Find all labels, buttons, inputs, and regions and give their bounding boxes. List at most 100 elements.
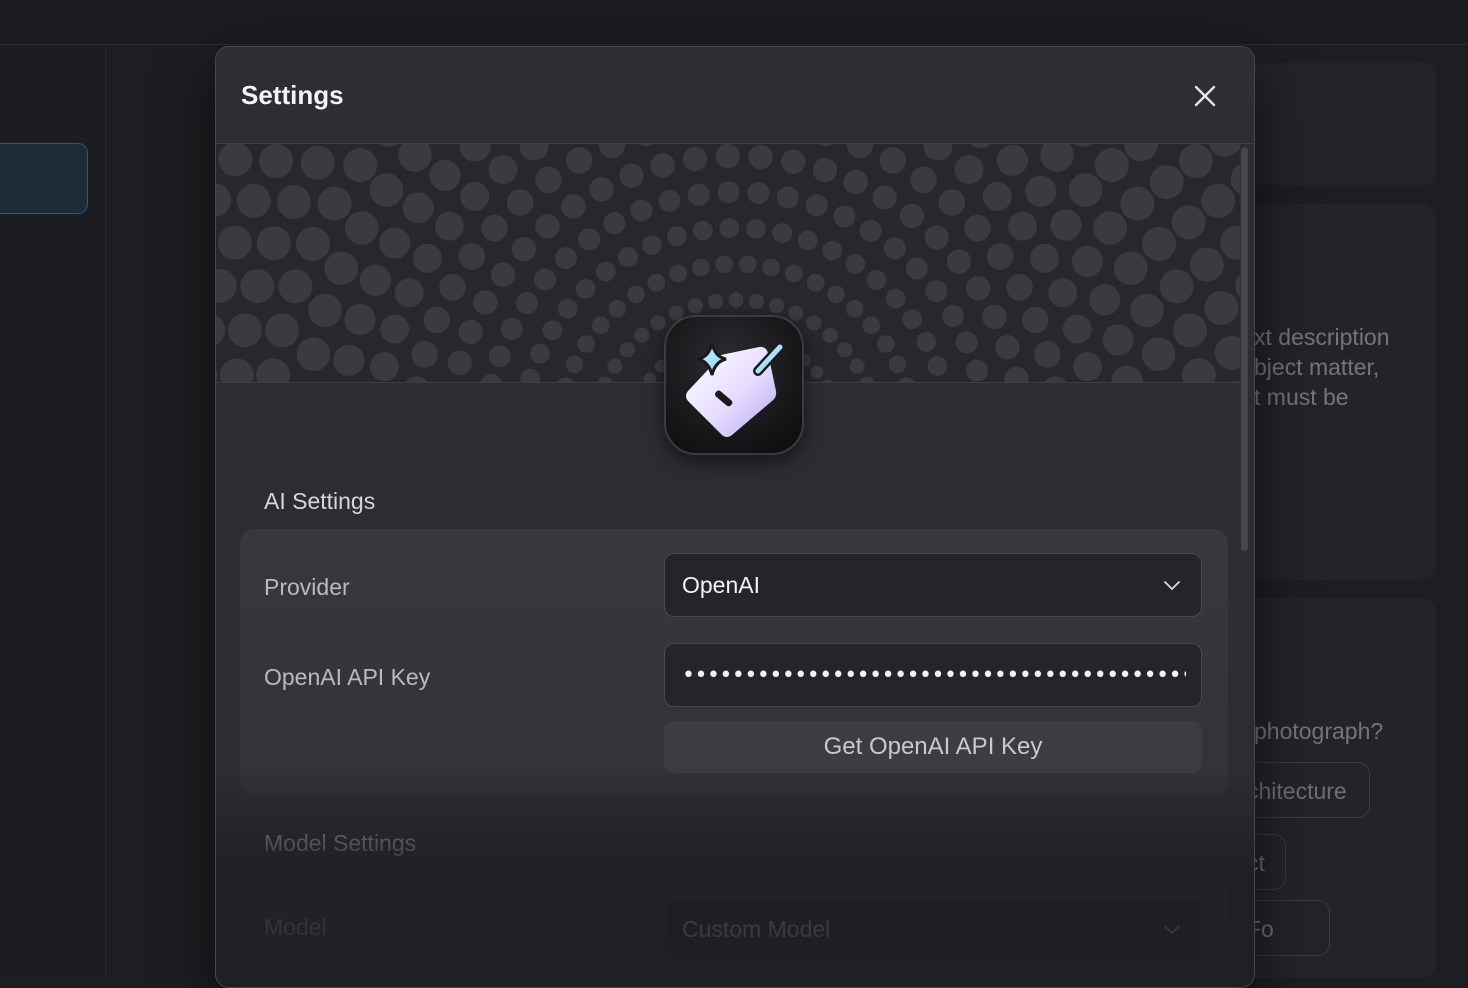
pattern-dot: [488, 155, 518, 185]
pattern-dot: [1040, 144, 1074, 172]
pattern-dot: [885, 288, 906, 309]
pattern-dot: [822, 379, 833, 382]
pattern-dot: [966, 276, 991, 301]
pattern-dot: [578, 228, 601, 251]
pattern-dot: [806, 273, 825, 292]
chevron-down-icon: [1164, 581, 1180, 590]
pattern-dot: [876, 335, 895, 353]
pattern-dot: [276, 185, 311, 219]
pattern-dot: [565, 355, 584, 374]
magic-tag-icon: [686, 342, 785, 437]
pattern-dot: [762, 258, 780, 277]
model-label: Model: [264, 914, 327, 940]
pattern-dot: [669, 264, 687, 283]
pattern-dot: [923, 144, 953, 161]
pattern-dot: [575, 279, 596, 299]
pattern-dot: [849, 358, 865, 374]
pattern-dot: [687, 298, 703, 314]
pattern-dot: [1093, 211, 1127, 245]
pattern-dot: [862, 316, 881, 335]
pattern-dot: [577, 335, 596, 353]
pattern-dot: [927, 356, 948, 376]
pattern-dot: [634, 327, 650, 343]
provider-select[interactable]: OpenAI: [664, 553, 1202, 617]
pattern-dot: [996, 144, 1028, 176]
pattern-dot: [812, 157, 838, 183]
pattern-dot: [845, 299, 864, 318]
pattern-dot: [256, 226, 291, 261]
sidebar-selected-item[interactable]: [0, 143, 88, 214]
pattern-dot: [1149, 165, 1184, 200]
api-key-input[interactable]: ••••••••••••••••••••••••••••••••••••••••…: [664, 643, 1202, 707]
pattern-dot: [781, 149, 806, 174]
pattern-dot: [317, 186, 352, 221]
pattern-dot: [535, 214, 560, 239]
pattern-dot: [278, 269, 313, 304]
pattern-dot: [520, 368, 541, 382]
pattern-dot: [216, 268, 237, 303]
model-settings-title: Model Settings: [264, 830, 417, 856]
pattern-dot: [333, 344, 365, 376]
pattern-dot: [459, 144, 491, 162]
pattern-dot: [511, 237, 536, 262]
pattern-dot: [488, 345, 511, 368]
ai-settings-group: Provider OpenAI OpenAI API Key •••••••••…: [240, 529, 1228, 795]
pattern-dot: [1073, 352, 1103, 382]
pattern-dot: [837, 342, 853, 358]
pattern-dot: [728, 292, 744, 308]
pattern-dot: [1173, 313, 1207, 348]
pattern-dot: [500, 317, 523, 340]
pattern-dot: [359, 264, 391, 296]
pattern-dot: [647, 273, 666, 292]
pattern-dot: [344, 304, 376, 336]
pattern-dot: [256, 358, 291, 382]
pattern-dot: [1008, 211, 1038, 241]
pattern-dot: [380, 314, 410, 344]
pattern-dot: [747, 182, 770, 204]
pattern-dot: [566, 147, 593, 174]
pattern-dot: [916, 331, 937, 352]
pattern-dot: [603, 212, 626, 235]
pattern-dot: [902, 309, 923, 330]
pattern-dot: [643, 372, 657, 382]
pattern-dot: [394, 278, 424, 308]
pattern-dot: [413, 243, 442, 273]
pattern-dot: [872, 185, 897, 210]
pattern-dot: [806, 315, 822, 331]
pattern-dot: [506, 189, 534, 216]
pattern-dot: [1089, 284, 1121, 316]
pattern-dot: [833, 205, 856, 228]
pattern-dot: [619, 163, 644, 188]
pattern-dot: [797, 230, 818, 251]
pattern-dot: [982, 304, 1007, 330]
pattern-dot: [866, 270, 887, 290]
background-tag-pill[interactable]: chitecture: [1240, 762, 1370, 818]
get-api-key-button[interactable]: Get OpenAI API Key: [664, 721, 1202, 773]
pattern-dot: [535, 166, 562, 194]
pattern-dot: [1030, 243, 1059, 273]
modal-header: Settings: [216, 47, 1254, 144]
pattern-dot: [343, 148, 378, 183]
pattern-dot: [1232, 381, 1240, 382]
pattern-dot: [748, 144, 773, 170]
pattern-dot: [942, 304, 964, 327]
pattern-dot: [898, 377, 915, 382]
pattern-dot: [707, 293, 724, 310]
model-select[interactable]: Custom Model: [664, 897, 1202, 961]
pattern-dot: [379, 227, 411, 259]
pattern-dot: [554, 247, 577, 270]
pattern-dot: [879, 147, 906, 174]
pattern-dot: [746, 219, 766, 239]
ai-settings-title: AI Settings: [264, 488, 376, 514]
pattern-dot: [369, 352, 399, 382]
pattern-dot: [1142, 226, 1177, 261]
pattern-dot: [1004, 366, 1029, 382]
pattern-dot: [1130, 293, 1164, 328]
pattern-dot: [1071, 245, 1103, 277]
pattern-dot: [1141, 337, 1176, 371]
pattern-dot: [1111, 365, 1143, 382]
modal-scrollbar[interactable]: [1241, 147, 1248, 551]
pattern-dot: [423, 306, 450, 334]
close-button[interactable]: [1184, 75, 1226, 117]
pattern-dot: [810, 366, 824, 379]
